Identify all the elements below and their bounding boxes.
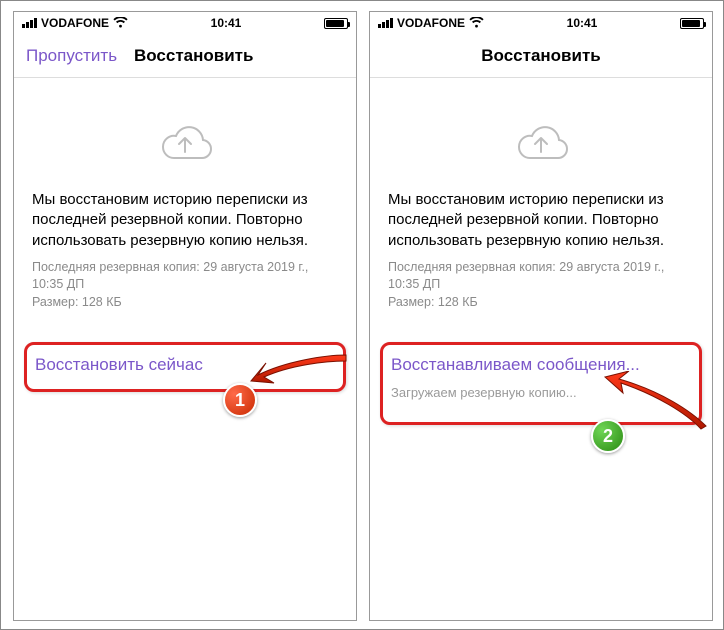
phone-screen-right: VODAFONE 10:41 Восстановить Мы восстанов… bbox=[369, 11, 713, 621]
cloud-upload-icon bbox=[153, 118, 217, 166]
nav-title: Восстановить bbox=[382, 46, 700, 66]
backup-size: Размер: 128 КБ bbox=[32, 294, 338, 312]
step-badge-1: 1 bbox=[223, 383, 257, 417]
status-bar: VODAFONE 10:41 bbox=[370, 12, 712, 34]
highlight-box: Восстанавливаем сообщения... Загружаем р… bbox=[380, 342, 702, 425]
download-status: Загружаем резервную копию... bbox=[391, 385, 691, 400]
signal-icon bbox=[22, 18, 37, 28]
backup-meta: Последняя резервная копия: 29 августа 20… bbox=[388, 259, 694, 312]
restore-description: Мы восстановим историю переписки из посл… bbox=[32, 190, 338, 251]
nav-bar: Восстановить bbox=[370, 34, 712, 78]
content-area: Мы восстановим историю переписки из посл… bbox=[370, 78, 712, 311]
backup-date: Последняя резервная копия: 29 августа 20… bbox=[32, 259, 338, 294]
wifi-icon bbox=[113, 16, 128, 31]
backup-size: Размер: 128 КБ bbox=[388, 294, 694, 312]
signal-icon bbox=[378, 18, 393, 28]
restoring-status: Восстанавливаем сообщения... bbox=[391, 355, 691, 375]
skip-button[interactable]: Пропустить bbox=[26, 46, 117, 66]
backup-date: Последняя резервная копия: 29 августа 20… bbox=[388, 259, 694, 294]
carrier-label: VODAFONE bbox=[397, 16, 465, 30]
backup-meta: Последняя резервная копия: 29 августа 20… bbox=[32, 259, 338, 312]
restore-description: Мы восстановим историю переписки из посл… bbox=[388, 190, 694, 251]
clock-label: 10:41 bbox=[211, 16, 242, 30]
restore-now-button[interactable]: Восстановить сейчас bbox=[35, 355, 335, 375]
battery-icon bbox=[324, 18, 348, 29]
cloud-upload-icon bbox=[509, 118, 573, 166]
content-area: Мы восстановим историю переписки из посл… bbox=[14, 78, 356, 311]
carrier-label: VODAFONE bbox=[41, 16, 109, 30]
phone-screen-left: VODAFONE 10:41 Пропустить Восстановить М… bbox=[13, 11, 357, 621]
step-badge-2: 2 bbox=[591, 419, 625, 453]
nav-bar: Пропустить Восстановить bbox=[14, 34, 356, 78]
battery-icon bbox=[680, 18, 704, 29]
wifi-icon bbox=[469, 16, 484, 31]
clock-label: 10:41 bbox=[567, 16, 598, 30]
highlight-box: Восстановить сейчас bbox=[24, 342, 346, 392]
status-bar: VODAFONE 10:41 bbox=[14, 12, 356, 34]
